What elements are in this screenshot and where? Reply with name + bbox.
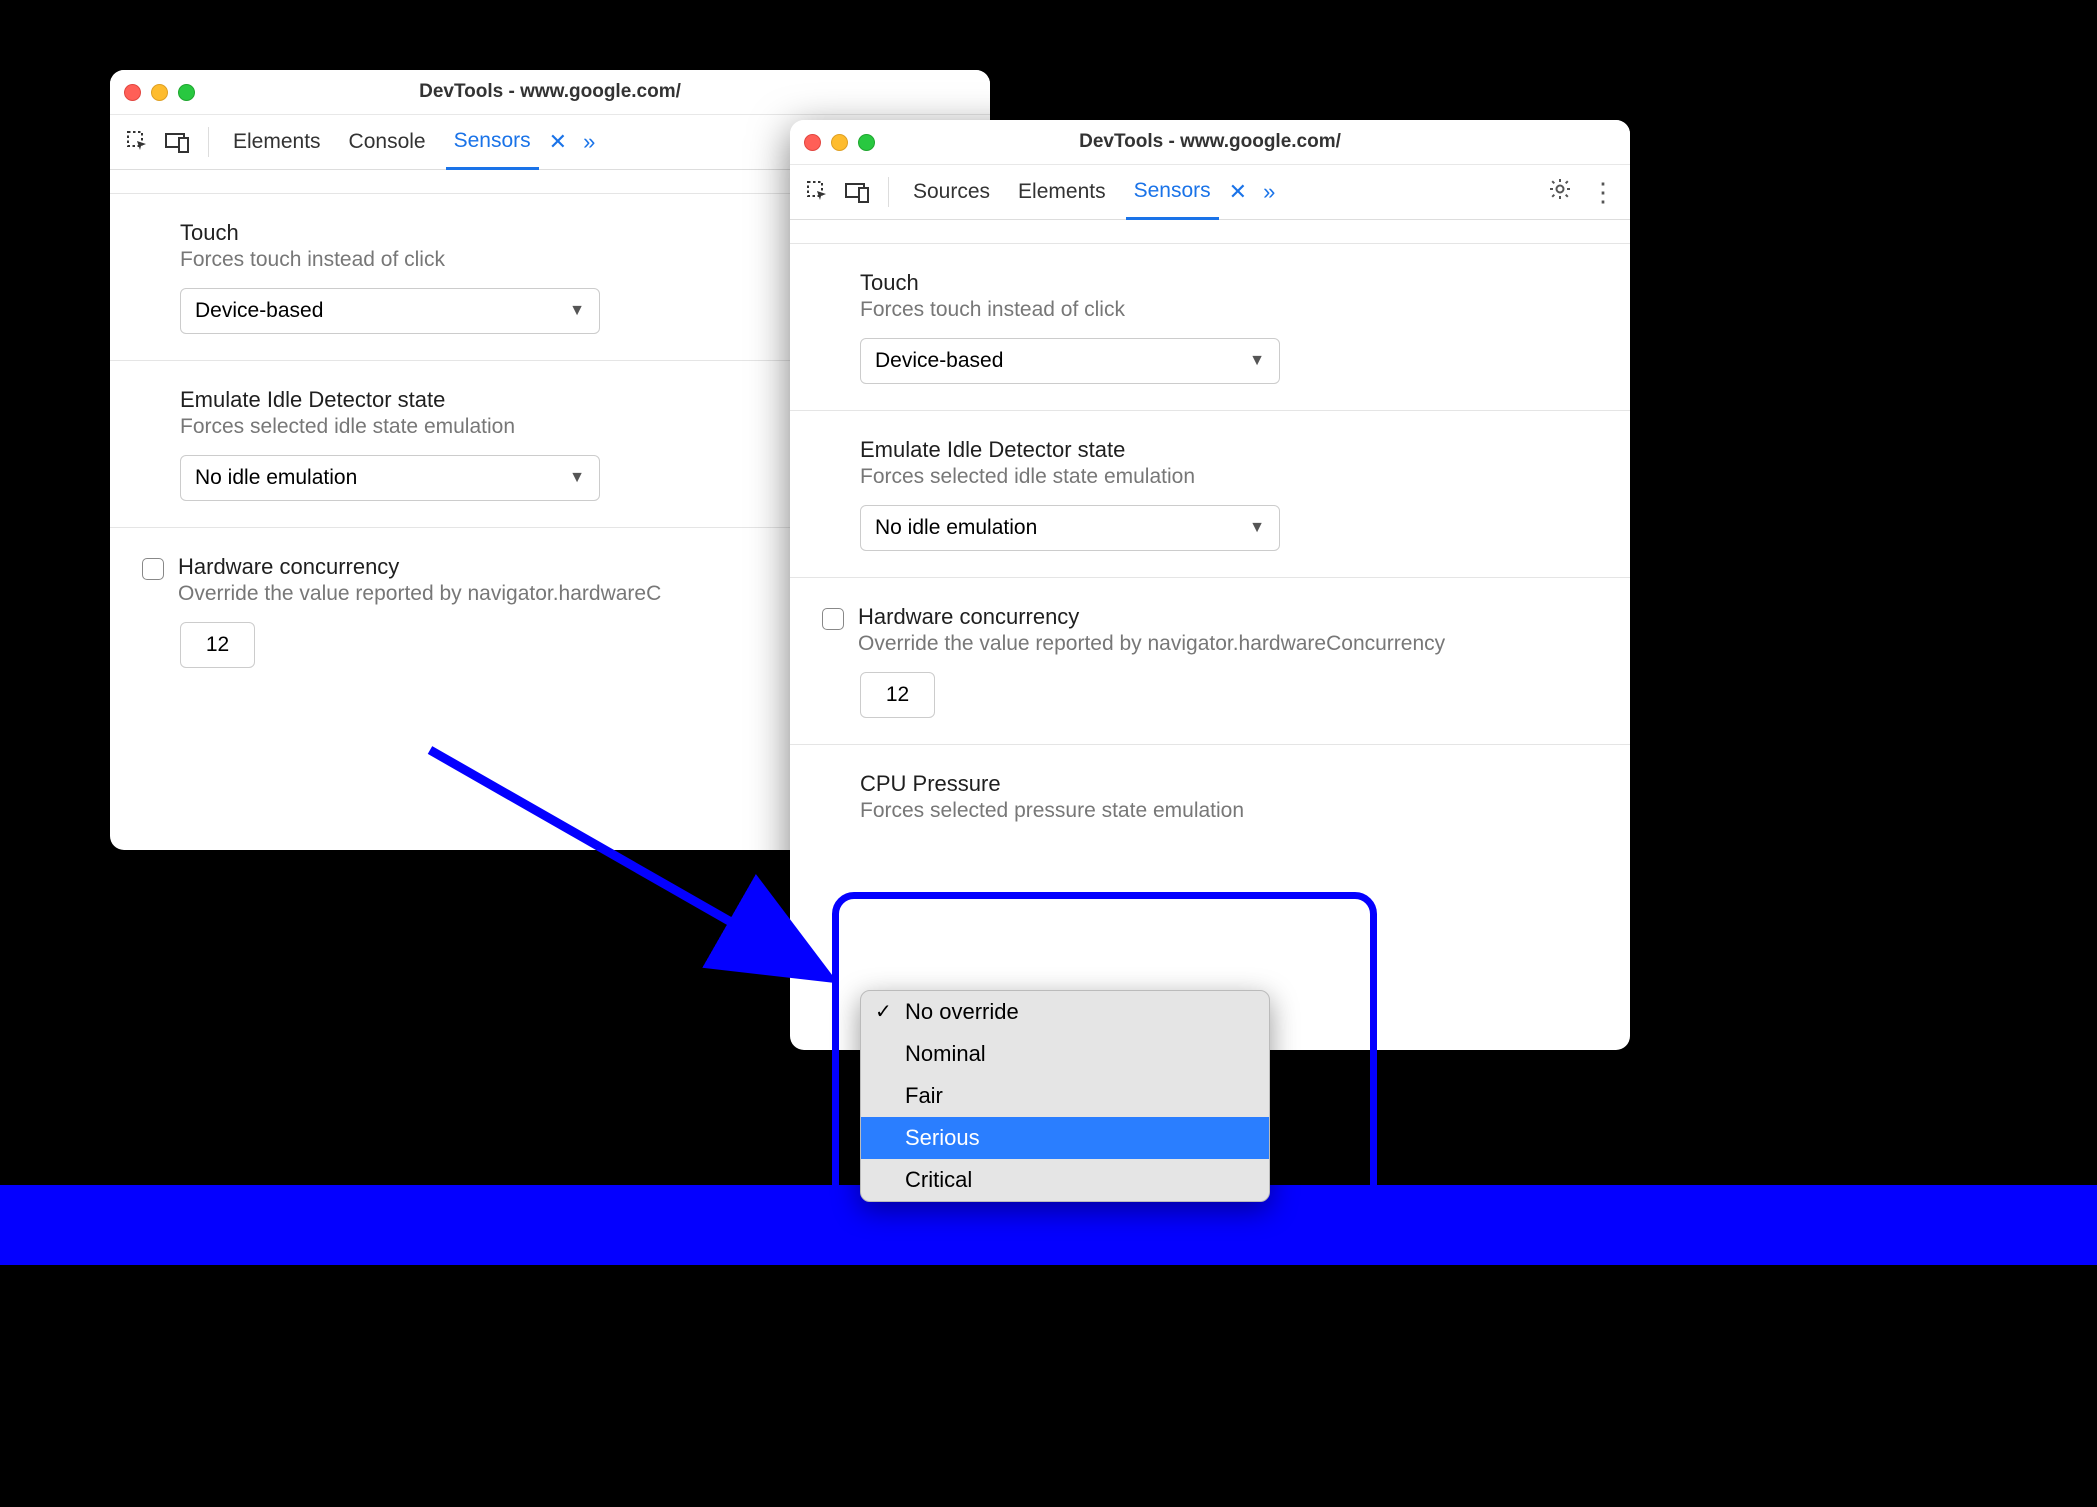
zoom-dot[interactable]: [178, 84, 195, 101]
touch-label: Touch: [860, 270, 1600, 296]
touch-select[interactable]: Device-based ▼: [860, 338, 1280, 384]
titlebar: DevTools - www.google.com/: [790, 120, 1630, 165]
idle-select[interactable]: No idle emulation ▼: [180, 455, 600, 501]
more-menu-icon[interactable]: ⋮: [1590, 179, 1616, 205]
pressure-option-no-override[interactable]: No override: [861, 991, 1269, 1033]
hw-checkbox[interactable]: [822, 608, 844, 630]
hw-checkbox[interactable]: [142, 558, 164, 580]
touch-desc: Forces touch instead of click: [860, 298, 1600, 322]
pressure-option-nominal[interactable]: Nominal: [861, 1033, 1269, 1075]
hw-label: Hardware concurrency: [858, 604, 1445, 630]
tab-elements[interactable]: Elements: [225, 115, 329, 169]
hw-input[interactable]: 12: [180, 622, 255, 668]
pressure-desc: Forces selected pressure state emulation: [860, 799, 1600, 823]
inspect-icon[interactable]: [124, 128, 152, 156]
more-tabs-icon[interactable]: »: [583, 129, 595, 155]
touch-select[interactable]: Device-based ▼: [180, 288, 600, 334]
minimize-dot[interactable]: [831, 134, 848, 151]
idle-label: Emulate Idle Detector state: [860, 437, 1600, 463]
touch-select-value: Device-based: [195, 299, 323, 323]
caret-icon: ▼: [1249, 352, 1265, 370]
idle-select-value: No idle emulation: [195, 466, 357, 490]
separator: [208, 127, 209, 157]
devtools-window-right: DevTools - www.google.com/ Sources Eleme…: [790, 120, 1630, 1050]
close-tab-icon[interactable]: ✕: [1229, 179, 1247, 205]
cpu-pressure-section: CPU Pressure Forces selected pressure st…: [790, 745, 1630, 849]
tab-sensors[interactable]: Sensors: [446, 116, 539, 170]
idle-section: Emulate Idle Detector state Forces selec…: [790, 411, 1630, 578]
tab-sources[interactable]: Sources: [905, 165, 998, 219]
caret-icon: ▼: [1249, 519, 1265, 537]
caret-icon: ▼: [569, 302, 585, 320]
tab-sensors[interactable]: Sensors: [1126, 166, 1219, 220]
tab-console[interactable]: Console: [341, 115, 434, 169]
hw-label: Hardware concurrency: [178, 554, 661, 580]
traffic-lights: [124, 84, 195, 101]
idle-desc: Forces selected idle state emulation: [860, 465, 1600, 489]
settings-icon[interactable]: [1548, 177, 1572, 207]
zoom-dot[interactable]: [858, 134, 875, 151]
hw-value: 12: [886, 683, 909, 707]
close-dot[interactable]: [124, 84, 141, 101]
idle-select-value: No idle emulation: [875, 516, 1037, 540]
separator: [888, 177, 889, 207]
hw-input[interactable]: 12: [860, 672, 935, 718]
toolbar: Sources Elements Sensors ✕ » ⋮: [790, 165, 1630, 220]
touch-section: Touch Forces touch instead of click Devi…: [790, 244, 1630, 411]
hw-desc: Override the value reported by navigator…: [858, 632, 1445, 656]
panel-body: Touch Forces touch instead of click Devi…: [790, 220, 1630, 849]
idle-select[interactable]: No idle emulation ▼: [860, 505, 1280, 551]
touch-select-value: Device-based: [875, 349, 1003, 373]
window-title: DevTools - www.google.com/: [1079, 131, 1341, 153]
pressure-dropdown[interactable]: No override Nominal Fair Serious Critica…: [860, 990, 1270, 1202]
window-title: DevTools - www.google.com/: [419, 81, 681, 103]
inspect-icon[interactable]: [804, 178, 832, 206]
hw-desc: Override the value reported by navigator…: [178, 582, 661, 606]
pressure-option-serious[interactable]: Serious: [861, 1117, 1269, 1159]
more-tabs-icon[interactable]: »: [1263, 179, 1275, 205]
pressure-option-fair[interactable]: Fair: [861, 1075, 1269, 1117]
pressure-option-critical[interactable]: Critical: [861, 1159, 1269, 1201]
traffic-lights: [804, 134, 875, 151]
close-tab-icon[interactable]: ✕: [549, 129, 567, 155]
hw-value: 12: [206, 633, 229, 657]
titlebar: DevTools - www.google.com/: [110, 70, 990, 115]
minimize-dot[interactable]: [151, 84, 168, 101]
device-toggle-icon[interactable]: [164, 128, 192, 156]
tab-elements[interactable]: Elements: [1010, 165, 1114, 219]
device-toggle-icon[interactable]: [844, 178, 872, 206]
caret-icon: ▼: [569, 469, 585, 487]
hw-section: Hardware concurrency Override the value …: [790, 578, 1630, 745]
close-dot[interactable]: [804, 134, 821, 151]
pressure-label: CPU Pressure: [860, 771, 1600, 797]
